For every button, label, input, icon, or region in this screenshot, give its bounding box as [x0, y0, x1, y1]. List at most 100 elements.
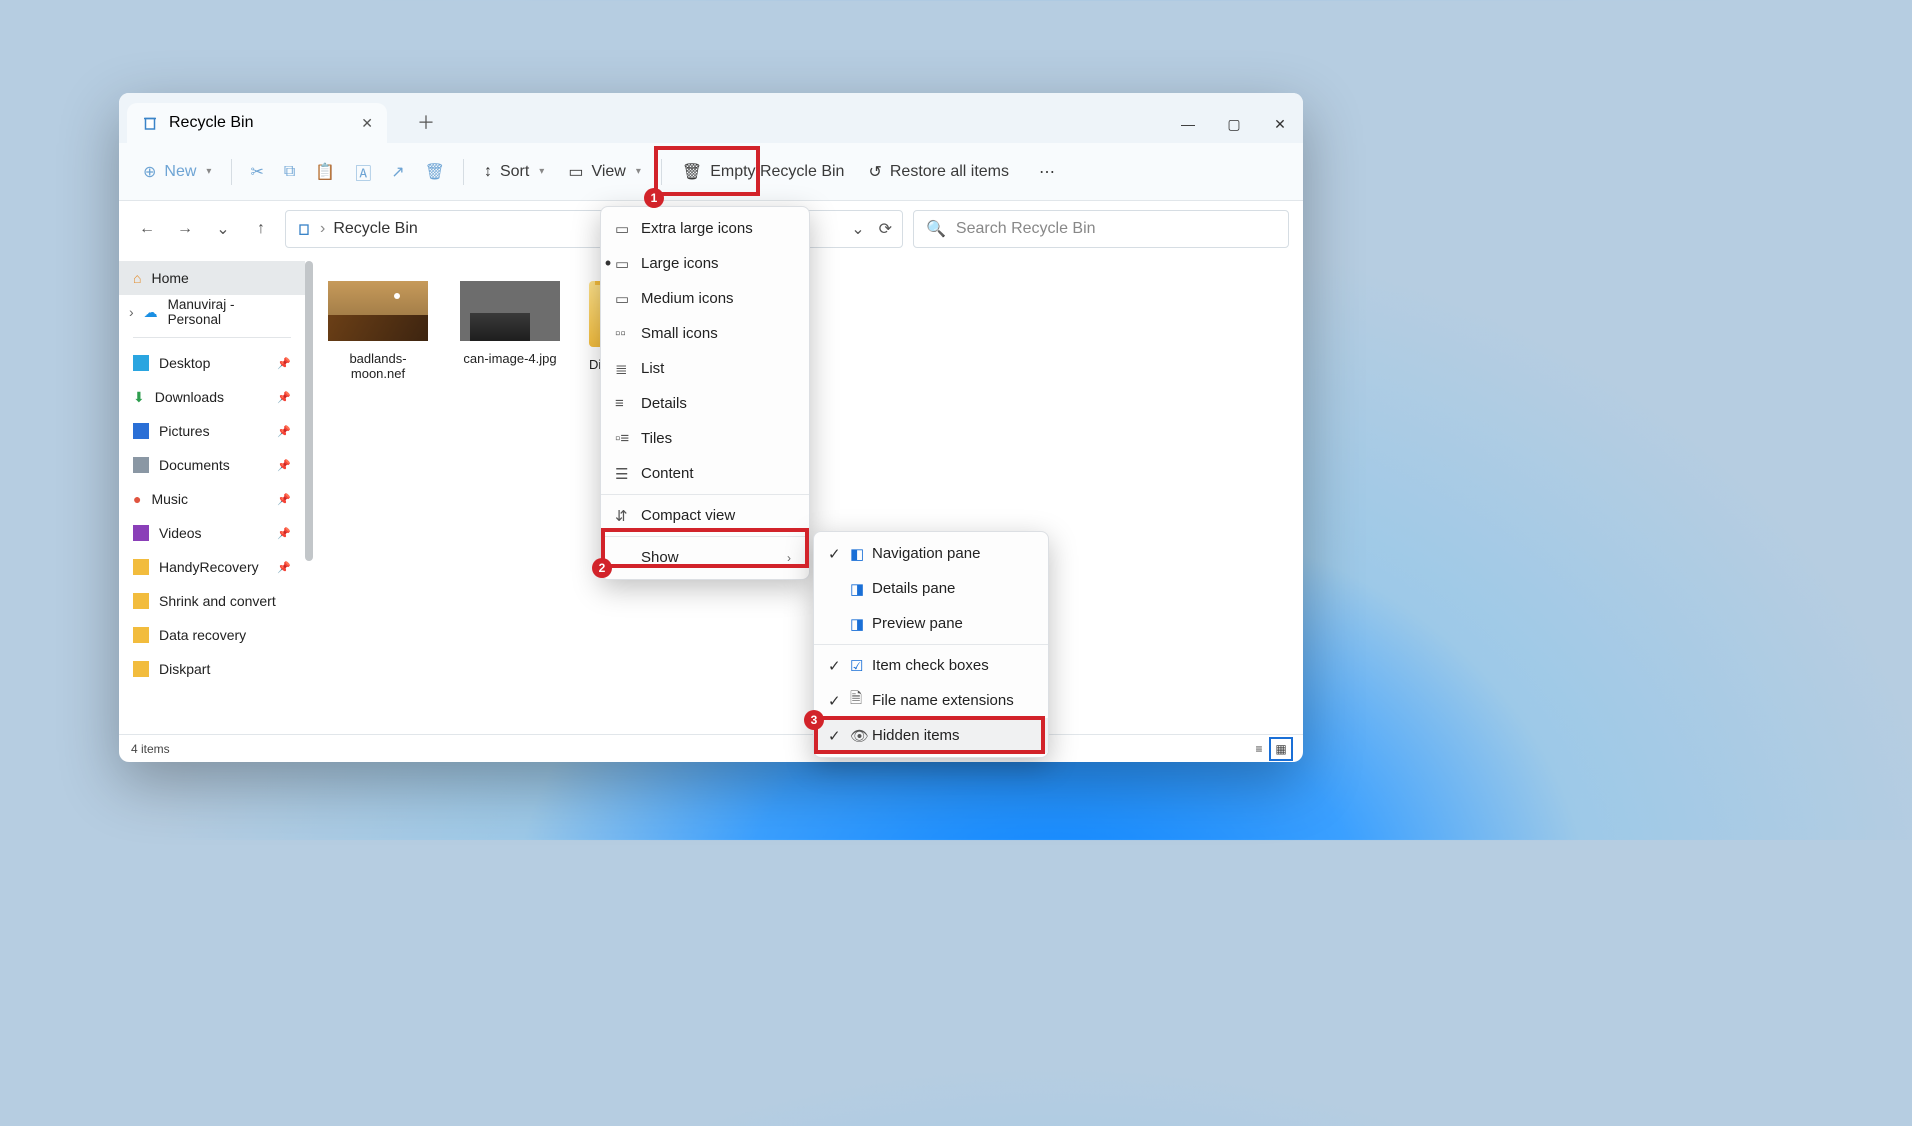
menu-item-tiles[interactable]: ▫≡Tiles: [601, 421, 809, 456]
paste-button[interactable]: 📋: [307, 156, 343, 188]
file-item[interactable]: can-image-4.jpg: [457, 281, 563, 381]
folder-icon: [133, 593, 149, 609]
callout-badge-3: 3: [804, 710, 824, 730]
tab-title: Recycle Bin: [169, 114, 253, 132]
minimize-button[interactable]: —: [1165, 105, 1211, 143]
check-icon: ✓: [828, 692, 842, 710]
file-thumbnail: [460, 281, 560, 341]
address-bar[interactable]: › Recycle Bin ⌄ ⟳: [285, 210, 903, 248]
window-controls: — ▢ ✕: [1165, 105, 1303, 143]
delete-button[interactable]: 🗑: [417, 156, 453, 188]
menu-item-content[interactable]: ☰Content: [601, 456, 809, 491]
item-count: 4 items: [131, 742, 170, 756]
chevron-right-icon[interactable]: ›: [129, 304, 134, 320]
more-button[interactable]: ⋯: [1029, 156, 1065, 188]
search-icon: 🔍: [926, 219, 946, 239]
view-button[interactable]: ▭ View ▾: [558, 156, 651, 188]
desktop-icon: [133, 355, 149, 371]
sidebar-item-downloads[interactable]: ⬇Downloads📌: [119, 380, 305, 414]
menu-item-large-icons[interactable]: •▭Large icons: [601, 246, 809, 281]
check-icon: ✓: [828, 657, 842, 675]
menu-item-details-pane[interactable]: ◨Details pane: [814, 571, 1048, 606]
menu-item-preview-pane[interactable]: ◨Preview pane: [814, 606, 1048, 641]
large-icons-icon: ▭: [615, 255, 633, 273]
menu-item-navigation-pane[interactable]: ✓◧Navigation pane: [814, 536, 1048, 571]
refresh-button[interactable]: ⟳: [879, 219, 892, 239]
sort-label: Sort: [500, 163, 529, 181]
search-box[interactable]: 🔍 Search Recycle Bin: [913, 210, 1289, 248]
sidebar-item-desktop[interactable]: Desktop📌: [119, 346, 305, 380]
rename-button[interactable]: 🄰: [347, 154, 379, 190]
sidebar-item-diskpart[interactable]: Diskpart: [119, 652, 305, 686]
maximize-button[interactable]: ▢: [1211, 105, 1257, 143]
crumb-location[interactable]: Recycle Bin: [333, 220, 417, 238]
restore-icon: ↺: [868, 162, 881, 182]
extra-large-icons-icon: ▭: [615, 220, 633, 238]
menu-item-file-extensions[interactable]: ✓🗎File name extensions: [814, 683, 1048, 718]
music-icon: ●: [133, 491, 141, 507]
view-label: View: [591, 163, 625, 181]
details-view-toggle[interactable]: ≡: [1249, 739, 1269, 759]
crumb-sep: ›: [320, 220, 325, 238]
sidebar-item-music[interactable]: ●Music📌: [119, 482, 305, 516]
sidebar-item-documents[interactable]: Documents📌: [119, 448, 305, 482]
compact-icon: ⇵: [615, 507, 633, 525]
forward-button[interactable]: →: [171, 215, 199, 243]
sidebar-item-shrink[interactable]: Shrink and convert: [119, 584, 305, 618]
close-tab-icon[interactable]: ✕: [361, 115, 373, 132]
menu-item-medium-icons[interactable]: ▭Medium icons: [601, 281, 809, 316]
callout-badge-1: 1: [644, 188, 664, 208]
sidebar-item-handyrecovery[interactable]: HandyRecovery📌: [119, 550, 305, 584]
file-item[interactable]: badlands-moon.nef: [325, 281, 431, 381]
folder-icon: [133, 661, 149, 677]
sidebar-item-videos[interactable]: Videos📌: [119, 516, 305, 550]
pictures-icon: [133, 423, 149, 439]
close-button[interactable]: ✕: [1257, 105, 1303, 143]
onedrive-label: Manuviraj - Personal: [168, 297, 291, 327]
medium-icons-icon: ▭: [615, 290, 633, 308]
tiles-icon: ▫≡: [615, 430, 633, 447]
chevron-down-icon[interactable]: ⌄: [851, 219, 864, 239]
recent-locations-button[interactable]: ⌄: [209, 215, 237, 243]
menu-item-list[interactable]: ≣List: [601, 351, 809, 386]
content-icon: ☰: [615, 465, 633, 483]
sidebar-item-pictures[interactable]: Pictures📌: [119, 414, 305, 448]
menu-item-details[interactable]: ≡Details: [601, 386, 809, 421]
back-button[interactable]: ←: [133, 215, 161, 243]
add-tab-button[interactable]: ＋: [407, 101, 445, 143]
copy-button[interactable]: ⧉: [276, 157, 303, 187]
sort-button[interactable]: ↕ Sort ▾: [474, 157, 554, 187]
separator: [463, 159, 464, 185]
pin-icon: 📌: [277, 391, 291, 404]
checkbox-icon: ☑: [850, 657, 868, 675]
new-button[interactable]: ⊕ New ▾: [133, 156, 221, 188]
sidebar-item-datarecovery[interactable]: Data recovery: [119, 618, 305, 652]
chevron-down-icon: ▾: [539, 166, 544, 177]
download-icon: ⬇: [133, 389, 145, 406]
icons-view-toggle[interactable]: ▦: [1271, 739, 1291, 759]
cut-button[interactable]: ✂: [242, 156, 271, 188]
file-icon: 🗎: [850, 688, 868, 713]
navigation-pane: ⌂ Home › ☁ Manuviraj - Personal Desktop📌…: [119, 257, 305, 734]
file-name: can-image-4.jpg: [457, 351, 563, 366]
pin-icon: 📌: [277, 357, 291, 370]
restore-all-button[interactable]: ↺ Restore all items: [858, 156, 1019, 188]
sidebar-item-home[interactable]: ⌂ Home: [119, 261, 305, 295]
menu-item-extra-large-icons[interactable]: ▭Extra large icons: [601, 211, 809, 246]
list-icon: ≣: [615, 360, 633, 378]
separator: [133, 337, 291, 338]
sidebar-item-onedrive[interactable]: › ☁ Manuviraj - Personal: [119, 295, 305, 329]
chevron-down-icon: ▾: [636, 166, 641, 177]
new-label: New: [164, 163, 196, 181]
menu-item-small-icons[interactable]: ▫▫Small icons: [601, 316, 809, 351]
up-button[interactable]: ↑: [247, 215, 275, 243]
documents-icon: [133, 457, 149, 473]
sort-icon: ↕: [484, 163, 492, 181]
chevron-down-icon: ▾: [206, 166, 211, 177]
pin-icon: 📌: [277, 493, 291, 506]
tab-recycle-bin[interactable]: Recycle Bin ✕: [127, 103, 387, 143]
share-button[interactable]: ↗: [383, 156, 412, 188]
menu-item-check-boxes[interactable]: ✓☑Item check boxes: [814, 648, 1048, 683]
details-pane-icon: ◨: [850, 580, 868, 598]
menu-separator: [601, 494, 809, 495]
